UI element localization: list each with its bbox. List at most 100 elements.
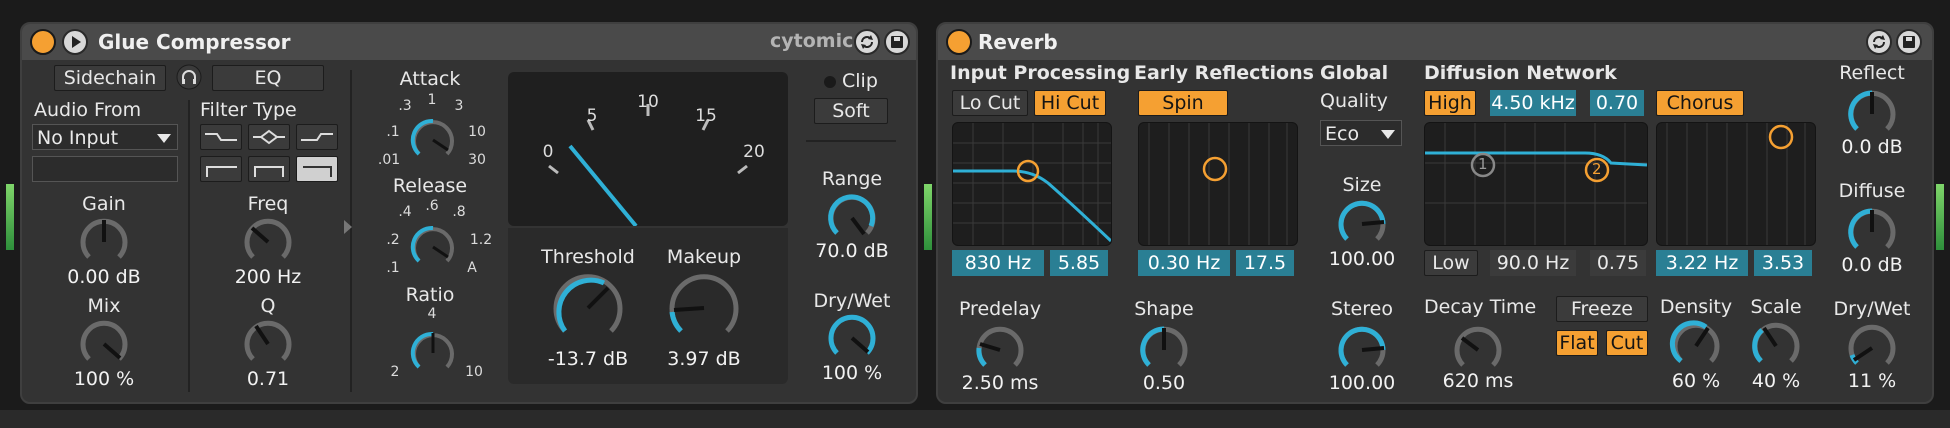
filter-shape-icon[interactable] <box>296 124 338 150</box>
stereo-knob[interactable] <box>1334 322 1390 378</box>
chorus-graph[interactable] <box>1656 122 1816 246</box>
cytomic-brand: cytomic <box>770 30 854 52</box>
release-scale: .2 <box>386 232 400 248</box>
release-scale: .4 <box>398 204 412 220</box>
audio-from-value: No Input <box>37 127 119 149</box>
audio-from-channel-field[interactable] <box>32 156 178 182</box>
filter-shape-icon[interactable] <box>200 124 242 150</box>
input-processing-label: Input Processing <box>950 62 1131 84</box>
input-freq-field[interactable]: 830 Hz <box>952 250 1044 276</box>
reverb-drywet-knob[interactable] <box>1844 320 1900 376</box>
meter-scale: 20 <box>743 142 765 162</box>
gain-knob[interactable] <box>76 214 132 270</box>
reflect-knob[interactable] <box>1844 86 1900 142</box>
q-knob[interactable] <box>240 316 296 372</box>
release-scale: .8 <box>452 204 466 220</box>
chorus-amount-field[interactable]: 3.53 <box>1754 250 1812 276</box>
global-label: Global <box>1320 62 1389 84</box>
release-scale: 1.2 <box>469 232 493 248</box>
play-button[interactable] <box>62 29 88 55</box>
size-knob[interactable] <box>1334 196 1390 252</box>
input-filter-graph[interactable] <box>952 122 1112 246</box>
diffusion-node-2[interactable]: 2 <box>1592 160 1602 178</box>
glue-power-button[interactable] <box>30 29 56 55</box>
er-amount-field[interactable]: 17.5 <box>1236 250 1294 276</box>
lo-cut-button[interactable]: Lo Cut <box>952 90 1028 116</box>
attack-knob[interactable] <box>408 115 458 165</box>
filter-type-grid <box>200 124 340 184</box>
low-button[interactable]: Low <box>1424 250 1478 276</box>
makeup-knob[interactable] <box>664 268 744 348</box>
drywet-knob[interactable] <box>824 310 880 366</box>
threshold-value: -13.7 dB <box>547 348 629 370</box>
density-knob[interactable] <box>1668 318 1724 374</box>
clip-led[interactable] <box>824 76 836 88</box>
glue-refresh-button[interactable] <box>854 29 880 55</box>
diffuse-knob[interactable] <box>1844 204 1900 260</box>
freq-value: 200 Hz <box>234 266 302 288</box>
save-icon <box>1903 36 1915 48</box>
chorus-button[interactable]: Chorus <box>1656 90 1744 116</box>
predelay-value: 2.50 ms <box>961 372 1039 394</box>
filter-shape-icon[interactable] <box>248 156 290 182</box>
glue-titlebar: Glue Compressor cytomic <box>22 24 916 60</box>
shape-knob[interactable] <box>1136 322 1192 378</box>
audio-from-select[interactable]: No Input <box>32 124 178 150</box>
headphones-icon[interactable] <box>176 64 202 90</box>
expand-arrow-icon[interactable] <box>344 220 354 234</box>
freq-knob[interactable] <box>240 214 296 270</box>
diffusion-graph[interactable]: 1 2 <box>1424 122 1648 246</box>
range-knob[interactable] <box>824 190 880 246</box>
shape-label: Shape <box>1134 298 1194 320</box>
threshold-label: Threshold <box>541 246 635 268</box>
scale-label: Scale <box>1750 296 1802 318</box>
release-scale: .1 <box>386 260 400 276</box>
attack-scale: 3 <box>454 98 464 114</box>
spin-button[interactable]: Spin <box>1138 90 1228 116</box>
attack-scale: .1 <box>386 124 400 140</box>
low-freq-field[interactable]: 90.0 Hz <box>1490 250 1576 276</box>
er-freq-field[interactable]: 0.30 Hz <box>1138 250 1230 276</box>
early-reflections-label: Early Reflections <box>1134 62 1314 84</box>
threshold-knob[interactable] <box>548 268 628 348</box>
gain-value: 0.00 dB <box>67 266 141 288</box>
early-reflections-graph[interactable] <box>1138 122 1298 246</box>
stereo-label: Stereo <box>1331 298 1393 320</box>
reverb-save-button[interactable] <box>1896 29 1922 55</box>
soft-clip-button[interactable]: Soft <box>814 98 888 124</box>
play-icon <box>72 36 81 48</box>
low-value-field[interactable]: 0.75 <box>1590 250 1646 276</box>
chorus-freq-field[interactable]: 3.22 Hz <box>1656 250 1748 276</box>
predelay-label: Predelay <box>958 298 1042 320</box>
decay-time-value: 620 ms <box>1442 370 1514 392</box>
quality-select[interactable]: Eco <box>1320 120 1402 146</box>
predelay-knob[interactable] <box>972 322 1028 378</box>
cut-button[interactable]: Cut <box>1606 330 1648 356</box>
flat-button[interactable]: Flat <box>1556 330 1598 356</box>
ratio-knob[interactable] <box>408 328 458 378</box>
eq-button[interactable]: EQ <box>212 65 324 91</box>
diffusion-node-1[interactable]: 1 <box>1478 155 1488 173</box>
meter-scale: 5 <box>586 106 598 126</box>
release-knob[interactable] <box>408 222 458 272</box>
high-button[interactable]: High <box>1424 90 1476 116</box>
glue-title: Glue Compressor <box>98 30 291 54</box>
reverb-refresh-button[interactable] <box>1866 29 1892 55</box>
input-q-field[interactable]: 5.85 <box>1050 250 1108 276</box>
bottom-scrollbar[interactable] <box>0 410 1950 428</box>
high-value-field[interactable]: 0.70 <box>1590 90 1644 116</box>
reverb-power-button[interactable] <box>946 29 972 55</box>
q-value: 0.71 <box>246 368 290 390</box>
scale-knob[interactable] <box>1748 318 1804 374</box>
mix-knob[interactable] <box>76 316 132 372</box>
hi-cut-button[interactable]: Hi Cut <box>1034 90 1106 116</box>
filter-shape-icon[interactable] <box>248 124 290 150</box>
high-freq-field[interactable]: 4.50 kHz <box>1490 90 1576 116</box>
freeze-button[interactable]: Freeze <box>1556 296 1648 322</box>
glue-save-button[interactable] <box>884 29 910 55</box>
divider <box>806 140 896 142</box>
filter-shape-icon[interactable] <box>296 156 338 182</box>
filter-shape-icon[interactable] <box>200 156 242 182</box>
sidechain-button[interactable]: Sidechain <box>54 65 166 91</box>
attack-scale: 1 <box>427 92 437 108</box>
